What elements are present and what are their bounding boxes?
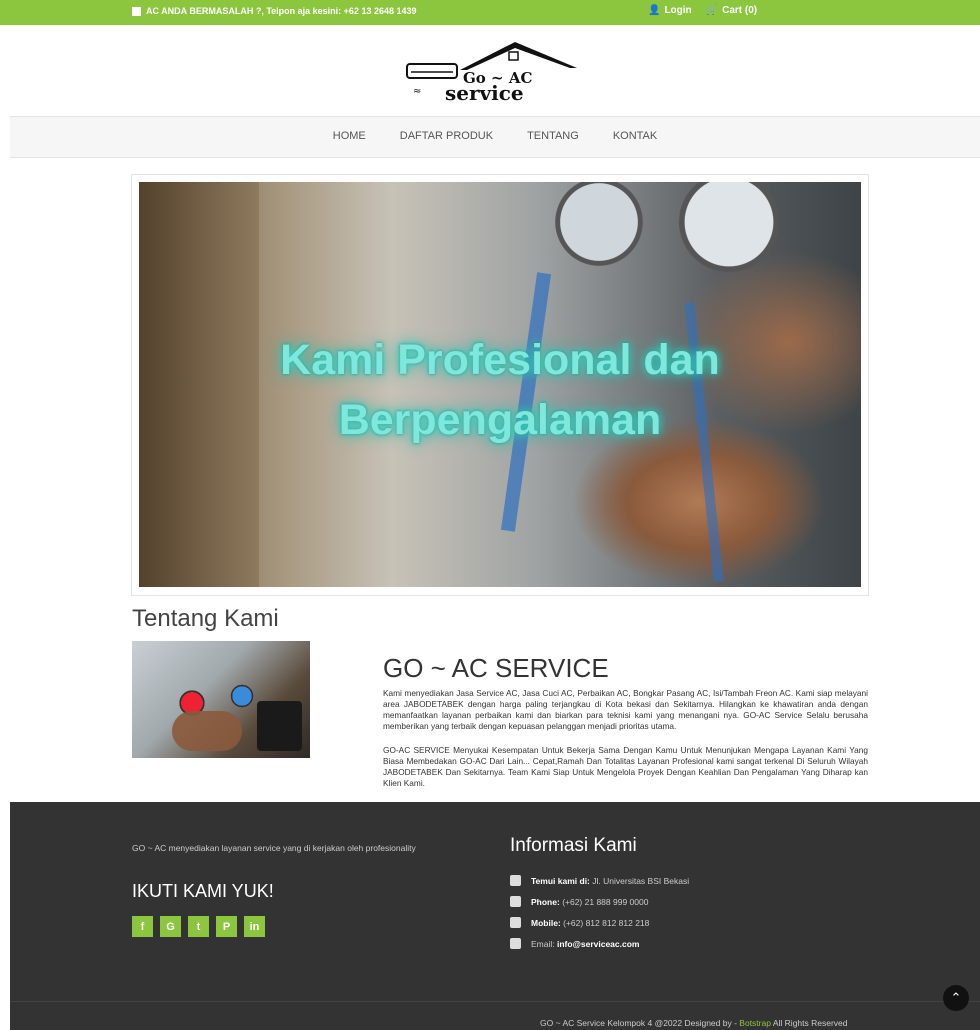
info-address: Temui kami di: Jl. Universitas BSI Bekas… xyxy=(510,870,689,891)
login-label: Login xyxy=(664,5,692,16)
phone-value: (+62) 21 888 999 0000 xyxy=(562,896,649,907)
site-logo[interactable]: Go ~ AC service ≈ xyxy=(405,42,580,107)
nav-daftar-produk[interactable]: DAFTAR PRODUK xyxy=(400,130,493,142)
social-links: f G t P in xyxy=(132,916,265,937)
footer-description: GO ~ AC menyediakan layanan service yang… xyxy=(132,843,416,853)
phone-icon xyxy=(510,896,521,907)
copyright-suffix: All Rights Reserved xyxy=(772,1018,848,1028)
phone-square-icon xyxy=(132,6,141,16)
mobile-label: Mobile: xyxy=(531,917,561,928)
copyright-prefix: GO ~ AC Service Kelompok 4 @2022 Designe… xyxy=(540,1018,737,1028)
login-link[interactable]: 👤 Login xyxy=(648,5,692,16)
copyright: GO ~ AC Service Kelompok 4 @2022 Designe… xyxy=(540,1018,848,1028)
cart-icon: 🛒 xyxy=(705,5,719,16)
logo-line2: service xyxy=(445,81,524,105)
phone-label: Phone: xyxy=(531,896,560,907)
facebook-icon[interactable]: f xyxy=(132,916,153,937)
email-label: Email: xyxy=(531,938,555,949)
info-mobile: Mobile: (+62) 812 812 812 218 xyxy=(510,912,689,933)
contact-message-text: AC ANDA BERMASALAH ?, Telpon aja kesini:… xyxy=(146,6,417,16)
company-title: GO ~ AC SERVICE xyxy=(383,653,609,683)
info-email: Email: info@serviceac.com xyxy=(510,933,689,954)
map-marker-icon xyxy=(510,875,521,886)
about-paragraph-2: GO-AC SERVICE Menyukai Kesempatan Untuk … xyxy=(383,745,868,788)
svg-text:≈: ≈ xyxy=(413,86,421,97)
google-icon[interactable]: G xyxy=(160,916,181,937)
footer: GO ~ AC menyediakan layanan service yang… xyxy=(10,802,980,1030)
pinterest-icon[interactable]: P xyxy=(216,916,237,937)
cart-link[interactable]: 🛒 Cart (0) xyxy=(706,5,757,16)
about-image xyxy=(132,641,310,758)
hero-title-line2: Berpengalaman xyxy=(338,396,662,444)
nav-kontak[interactable]: KONTAK xyxy=(613,130,657,142)
top-bar: AC ANDA BERMASALAH ?, Telpon aja kesini:… xyxy=(0,0,980,25)
follow-heading: IKUTI KAMI YUK! xyxy=(132,881,274,901)
bootstrap-link[interactable]: Botstrap xyxy=(739,1018,771,1028)
nav-tentang[interactable]: TENTANG xyxy=(527,130,579,142)
address-label: Temui kami di: xyxy=(531,875,590,886)
user-icon: 👤 xyxy=(648,5,661,16)
logo-ac-unit xyxy=(406,63,458,79)
email-link[interactable]: info@serviceac.com xyxy=(557,939,639,949)
logo-window xyxy=(508,51,519,61)
hero-title-line1: Kami Profesional dan xyxy=(280,336,720,384)
info-phone: Phone: (+62) 21 888 999 0000 xyxy=(510,891,689,912)
hero-banner: Kami Profesional dan Berpengalaman xyxy=(131,174,869,596)
about-paragraph-1: Kami menyediakan Jasa Service AC, Jasa C… xyxy=(383,688,868,731)
envelope-icon xyxy=(510,938,521,949)
cart-label: Cart (0) xyxy=(722,5,758,16)
twitter-icon[interactable]: t xyxy=(188,916,209,937)
linkedin-icon[interactable]: in xyxy=(244,916,265,937)
address-value: Jl. Universitas BSI Bekasi xyxy=(592,875,690,886)
main-nav: HOME DAFTAR PRODUK TENTANG KONTAK xyxy=(10,116,980,158)
scroll-top-button[interactable]: ⌃ xyxy=(943,985,969,1011)
contact-info: Temui kami di: Jl. Universitas BSI Bekas… xyxy=(510,870,689,954)
contact-message: AC ANDA BERMASALAH ?, Telpon aja kesini:… xyxy=(132,6,417,16)
info-heading: Informasi Kami xyxy=(510,835,637,856)
mobile-icon xyxy=(510,917,521,928)
nav-home[interactable]: HOME xyxy=(333,130,366,142)
mobile-value: (+62) 812 812 812 218 xyxy=(563,917,650,928)
about-heading: Tentang Kami xyxy=(132,605,279,632)
hero-image: Kami Profesional dan Berpengalaman xyxy=(139,182,861,587)
chevron-up-icon: ⌃ xyxy=(950,990,962,1005)
hero-title: Kami Profesional dan Berpengalaman xyxy=(139,330,861,450)
